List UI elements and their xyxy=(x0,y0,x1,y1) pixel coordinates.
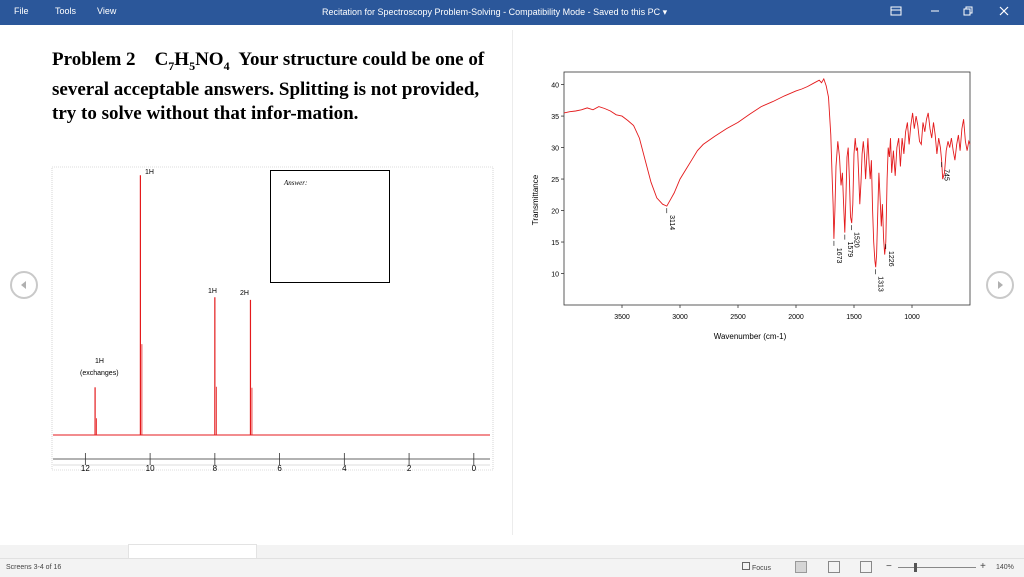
focus-button[interactable]: Focus xyxy=(742,562,771,572)
ir-xtick-label: 3000 xyxy=(672,314,688,321)
nmr-label-2h: 2H xyxy=(240,290,249,297)
previous-screen-button[interactable] xyxy=(10,271,38,299)
ir-xtick-label: 1500 xyxy=(846,314,862,321)
ir-ytick-label: 40 xyxy=(551,83,559,90)
nmr-label-1h-b: 1H xyxy=(208,288,217,295)
ir-peak-label: 1520 xyxy=(853,232,860,248)
menu-tools[interactable]: Tools xyxy=(55,6,76,16)
ir-ytick-label: 25 xyxy=(551,177,559,184)
ir-plot-frame xyxy=(563,71,971,306)
focus-label: Focus xyxy=(751,565,772,572)
nmr-tick-label: 6 xyxy=(277,464,282,473)
web-layout-icon[interactable] xyxy=(860,561,872,573)
ir-peak-label: 1673 xyxy=(835,248,842,264)
screen-count: Screens 3-4 of 16 xyxy=(6,564,62,571)
chevron-right-icon xyxy=(998,281,1003,289)
page-divider xyxy=(512,30,513,535)
ir-ylabel: Transmittance xyxy=(531,174,540,225)
ir-ytick-label: 15 xyxy=(551,240,559,247)
title-bar: File Tools View Recitation for Spectrosc… xyxy=(0,0,1024,25)
ir-series-line xyxy=(563,77,971,268)
title-dropdown-arrow: ▾ xyxy=(662,7,668,17)
document-title[interactable]: Recitation for Spectroscopy Problem-Solv… xyxy=(322,7,667,18)
ribbon-display-icon xyxy=(890,6,902,16)
ir-xtick-label: 2500 xyxy=(730,314,746,321)
close-button[interactable] xyxy=(992,3,1016,21)
ir-peak-label: 1226 xyxy=(887,251,894,267)
ir-ytick-label: 20 xyxy=(551,209,559,216)
minimize-icon xyxy=(931,10,939,12)
nmr-label-exchanges: (exchanges) xyxy=(80,370,119,377)
nmr-label-1h-c: 1H xyxy=(95,358,104,365)
nmr-tick-label: 4 xyxy=(342,464,347,473)
molecular-formula: C7H5NO4 xyxy=(154,49,230,73)
restore-icon xyxy=(963,6,973,16)
menu-file[interactable]: File xyxy=(14,6,29,16)
zoom-slider-thumb[interactable] xyxy=(914,563,917,572)
read-mode-icon[interactable] xyxy=(795,561,807,573)
nmr-tick-label: 12 xyxy=(81,464,90,473)
nmr-tick-label: 2 xyxy=(407,464,412,473)
ir-ytick-label: 30 xyxy=(551,146,559,153)
ir-ytick-label: 10 xyxy=(551,272,559,279)
restore-button[interactable] xyxy=(956,3,980,21)
zoom-in-button[interactable]: + xyxy=(980,561,986,572)
print-layout-icon[interactable] xyxy=(828,561,840,573)
ir-peak-label: 1579 xyxy=(846,242,853,258)
chevron-left-icon xyxy=(21,281,26,289)
close-icon xyxy=(999,6,1009,16)
page-tab[interactable] xyxy=(128,544,257,559)
ir-peak-label: 3114 xyxy=(668,215,675,230)
zoom-level[interactable]: 140% xyxy=(996,564,1014,571)
focus-icon xyxy=(742,562,750,570)
restore-ribbon-icon[interactable] xyxy=(884,3,908,21)
ir-peak-label: 1313 xyxy=(877,276,884,292)
problem-statement: Problem 2 C7H5NO4 Your structure could b… xyxy=(52,48,492,126)
ir-xtick-label: 3500 xyxy=(614,314,630,321)
menu-view[interactable]: View xyxy=(97,6,116,16)
zoom-slider[interactable] xyxy=(898,567,976,568)
answer-box[interactable]: Answer: xyxy=(270,170,390,283)
minimize-button[interactable] xyxy=(923,3,947,21)
ir-spectrum: 10152025303540 3500 3000 2500 2000 1500 1000 … xyxy=(531,71,971,341)
nmr-tick-label: 0 xyxy=(472,464,477,473)
next-screen-button[interactable] xyxy=(986,271,1014,299)
ir-xlabel: Wavenumber (cm-1) xyxy=(714,332,787,341)
nmr-tick-label: 10 xyxy=(146,464,155,473)
document-title-text: Recitation for Spectroscopy Problem-Solv… xyxy=(322,7,661,17)
status-bar: Screens 3-4 of 16 Focus − + 140% xyxy=(0,558,1024,577)
problem-label: Problem 2 xyxy=(52,49,136,70)
ir-peak-label: 745 xyxy=(943,169,950,181)
zoom-out-button[interactable]: − xyxy=(886,561,892,572)
nmr-tick-label: 8 xyxy=(213,464,218,473)
ir-xtick-label: 2000 xyxy=(788,314,804,321)
ir-xtick-label: 1000 xyxy=(904,314,920,321)
answer-label: Answer: xyxy=(284,179,308,187)
ir-ytick-label: 35 xyxy=(551,114,559,121)
nmr-label-1h-a: 1H xyxy=(145,169,154,176)
